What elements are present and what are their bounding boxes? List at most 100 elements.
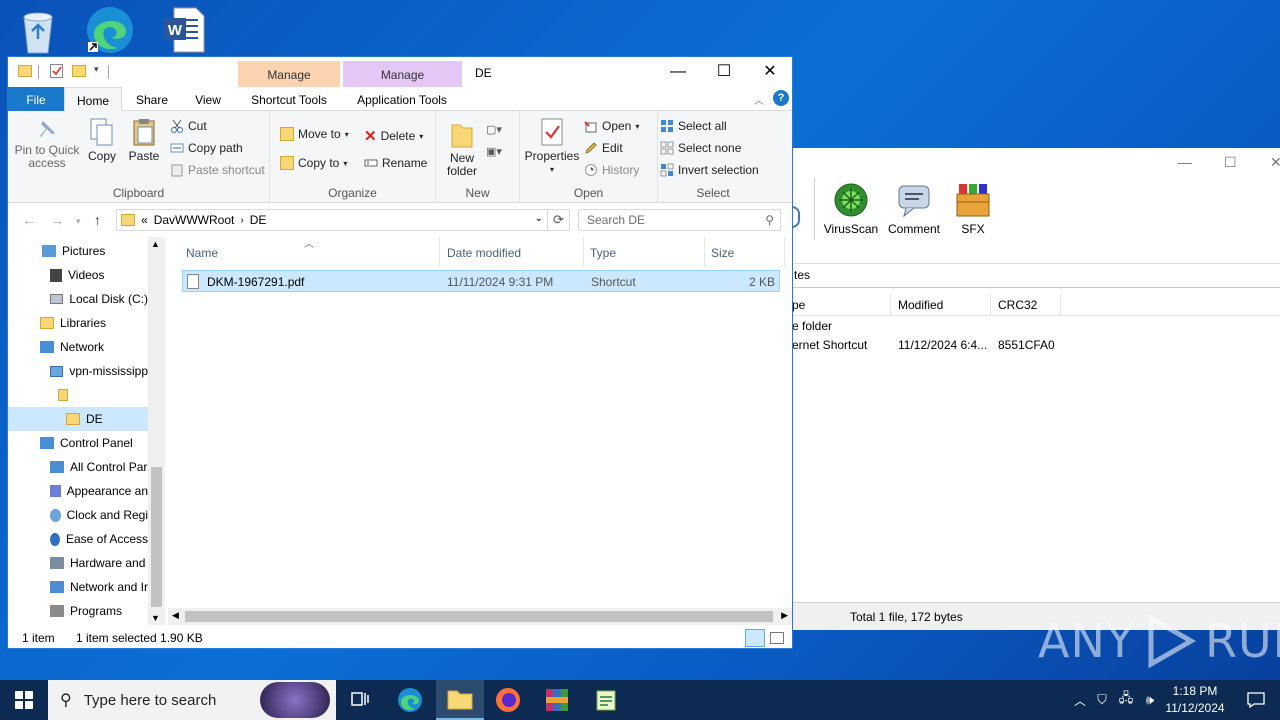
security-icon[interactable]: ⛉ [1090,692,1114,708]
scroll-left-icon[interactable]: ◀ [172,610,179,621]
nav-scrollbar[interactable]: ▲ ▼ [148,237,165,625]
nav-item-appearance[interactable]: Appearance an [50,479,148,503]
taskbar-search-box[interactable]: ⚲ Type here to search [48,680,336,720]
select-none-button[interactable]: Select none [660,141,741,155]
invert-selection-button[interactable]: Invert selection [660,163,759,177]
column-type[interactable]: Type [584,237,705,267]
tab-share[interactable]: Share [130,87,174,111]
nav-item-libraries[interactable]: Libraries [40,311,148,335]
address-dropdown-icon[interactable]: ⌄ [535,213,543,224]
ribbon-collapse-icon[interactable]: ︿ [754,92,764,107]
nav-item-all-control-panel[interactable]: All Control Par [50,455,148,479]
nav-scrollbar-thumb[interactable] [151,467,162,607]
volume-icon[interactable]: 🕪 [1138,692,1162,708]
taskbar-edge[interactable] [386,680,434,720]
nav-item-programs[interactable]: Programs [50,599,148,623]
new-item-icon[interactable]: ▢▾ [486,123,502,136]
virusscan-tool-button[interactable]: VirusScan [818,182,884,236]
column-date-modified[interactable]: Date modified [441,237,584,267]
nav-item-de[interactable]: DE [8,407,148,431]
winrar-col-modified[interactable]: Modified [898,298,943,312]
minimize-button[interactable]: — [655,61,701,83]
recycle-bin-icon[interactable] [12,6,64,58]
tab-file[interactable]: File [8,87,64,111]
winrar-row[interactable]: e folder [790,316,1280,335]
word-document-icon[interactable]: W [158,4,210,56]
sfx-tool-button[interactable]: SFX [940,182,1006,236]
move-to-button[interactable]: Move to ▾ [280,127,349,141]
copy-path-button[interactable]: Copy path [170,141,243,155]
show-hidden-icons-icon[interactable]: ︿ [1070,692,1090,709]
nav-item-local-disk[interactable]: Local Disk (C:) [50,287,148,311]
close-button[interactable]: ✕ [747,61,793,83]
properties-button[interactable]: Properties ▾ [524,117,580,176]
paste-shortcut-button[interactable]: Paste shortcut [170,163,265,177]
nav-item-clock-region[interactable]: Clock and Regi [50,503,148,527]
tab-application-tools[interactable]: Application Tools [346,87,458,111]
copy-to-button[interactable]: Copy to ▾ [280,156,347,170]
scroll-up-icon[interactable]: ▲ [151,239,160,249]
nav-item-videos[interactable]: Videos [50,263,148,287]
nav-item-network-internet[interactable]: Network and Ir [50,575,148,599]
taskbar-notepad[interactable] [582,680,630,720]
address-bar[interactable]: « DavWWWRoot › DE ⌄ [116,209,548,231]
breadcrumb-davwwwroot[interactable]: DavWWWRoot [154,213,235,227]
refresh-button[interactable]: ⟳ [548,209,570,231]
nav-item-pictures[interactable]: Pictures [42,239,105,263]
select-all-button[interactable]: Select all [660,119,727,133]
help-icon[interactable]: ? [773,90,789,106]
winrar-address-bar[interactable]: tes [790,264,1280,288]
edit-button[interactable]: Edit [584,141,623,155]
new-folder-qat-icon[interactable] [72,65,86,77]
tab-shortcut-tools[interactable]: Shortcut Tools [242,87,336,111]
details-view-icon[interactable] [745,629,765,647]
winrar-close-button[interactable]: ✕ [1270,154,1280,171]
taskbar-clock[interactable]: 1:18 PM 11/12/2024 [1160,683,1230,717]
start-button[interactable] [0,680,48,720]
tab-home[interactable]: Home [64,87,122,112]
properties-qat-icon[interactable] [50,64,63,78]
search-input[interactable]: Search DE [587,213,645,227]
nav-item-ease-of-access[interactable]: Ease of Access [50,527,148,551]
cut-button[interactable]: Cut [170,119,207,133]
network-tray-icon[interactable]: 🖧 [1114,689,1138,711]
column-size[interactable]: Size [705,237,785,267]
scroll-down-icon[interactable]: ▼ [151,613,160,623]
nav-item-vpn-server[interactable]: vpn-mississipp [50,359,148,383]
winrar-col-type[interactable]: pe [792,298,805,312]
taskbar-search-input[interactable]: Type here to search [84,692,217,709]
tab-view[interactable]: View [186,87,230,111]
nav-item-share-folder[interactable] [58,383,148,407]
nav-item-network[interactable]: Network [40,335,148,359]
taskbar-file-explorer[interactable] [436,680,484,720]
winrar-minimize-button[interactable]: — [1178,154,1192,170]
back-button[interactable]: ← [22,212,36,228]
column-name[interactable]: Name [180,237,440,267]
task-view-button[interactable] [336,680,384,720]
nav-item-control-panel[interactable]: Control Panel [40,431,148,455]
recent-locations-button[interactable]: ▾ [76,216,81,227]
taskbar-winrar[interactable] [533,680,581,720]
comment-tool-button[interactable]: Comment [881,182,947,236]
up-button[interactable]: ↑ [94,212,101,228]
pin-quick-access-button[interactable]: Pin to Quick access [12,117,82,170]
delete-button[interactable]: ✕ Delete ▾ [364,127,423,145]
search-box[interactable]: Search DE ⚲ [578,209,781,231]
horizontal-scrollbar-thumb[interactable] [185,611,773,622]
winrar-col-crc[interactable]: CRC32 [998,298,1037,312]
paste-button[interactable]: Paste [124,117,164,163]
nav-item-hardware[interactable]: Hardware and [50,551,148,575]
copy-button[interactable]: Copy [82,117,122,163]
notification-center-button[interactable] [1232,680,1280,720]
rename-button[interactable]: Rename [364,156,427,170]
winrar-row[interactable]: ernet Shortcut 11/12/2024 6:4... 8551CFA… [790,335,1280,354]
file-row[interactable]: DKM-1967291.pdf 11/11/2024 9:31 PM Short… [182,270,780,292]
breadcrumb-de[interactable]: DE [250,213,267,227]
easy-access-icon[interactable]: ▣▾ [486,145,502,158]
winrar-maximize-button[interactable]: ☐ [1224,154,1237,171]
file-list-horizontal-scrollbar[interactable]: ◀ ▶ [168,608,792,625]
maximize-button[interactable]: ☐ [701,61,747,83]
open-button[interactable]: Open ▾ [584,119,639,133]
scroll-right-icon[interactable]: ▶ [781,610,788,621]
forward-button[interactable]: → [50,212,64,228]
